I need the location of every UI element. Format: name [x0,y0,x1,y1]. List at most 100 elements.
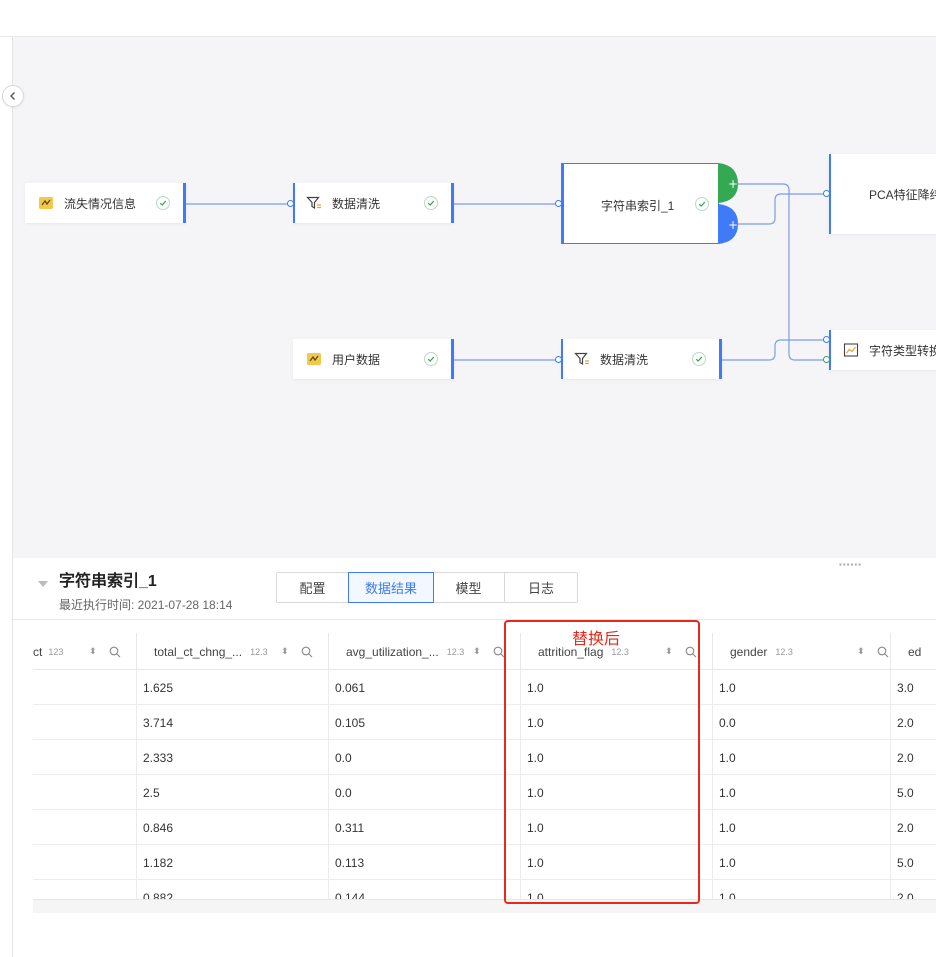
panel-tabs: 配置 数据结果 模型 日志 [276,572,578,603]
dataset-icon [38,195,54,211]
result-panel: ▪▪▪▪▪▪ 字符串索引_1 最近执行时间: 2021-07-28 18:14 … [13,558,936,957]
table-row[interactable]: 0.846 0.311 1.0 1.0 2.0 [33,810,936,845]
table-row[interactable]: 3.714 0.105 1.0 0.0 2.0 [33,705,936,740]
table-row[interactable]: 2.5 0.0 1.0 1.0 5.0 [33,775,936,810]
node-accent-bar [183,183,186,223]
chart-line-icon [843,342,859,358]
status-check-icon [424,196,438,210]
column-header[interactable]: gender 12.3 ⬍ [713,633,891,670]
tab-model[interactable]: 模型 [433,573,505,602]
search-icon[interactable] [109,646,121,658]
tab-data-result[interactable]: 数据结果 [348,572,434,603]
table-row[interactable]: 2.333 0.0 1.0 1.0 2.0 [33,740,936,775]
table-cell [33,810,137,845]
table-cell: 0.846 [137,810,329,845]
table-cell: 1.0 [713,670,891,705]
table-cell: 1.0 [713,740,891,775]
node-string-index[interactable]: 字符串索引_1 [561,163,719,244]
node-label: 用户数据 [332,352,381,367]
tab-log[interactable]: 日志 [505,573,577,602]
table-cell: 5.0 [897,785,914,800]
table-row[interactable]: 1.625 0.061 1.0 1.0 3.0 [33,670,936,705]
input-port[interactable] [287,200,294,207]
table-cell: 0.113 [329,845,521,880]
filter-icon [574,351,590,367]
table-cell [33,670,137,705]
filter-icon [306,195,322,211]
table-cell: 1.182 [137,845,329,880]
node-accent-bar [719,339,722,379]
chevron-left-icon [10,92,15,100]
table-cell: 3.0 [897,680,914,695]
table-cell: 1.0 [713,775,891,810]
status-check-icon [156,196,170,210]
table-cell: 1.0 [713,810,891,845]
node-pca[interactable]: PCA特征降纬 [829,154,936,234]
panel-title: 字符串索引_1 [59,573,157,590]
node-churn-info[interactable]: 流失情况信息 [25,183,186,223]
table-cell: 5.0 [897,855,914,870]
table-cell: 0.311 [329,810,521,845]
input-port[interactable] [823,336,830,343]
search-icon[interactable] [877,646,889,658]
table-cell: 1.625 [137,670,329,705]
node-user-data[interactable]: 用户数据 [293,339,454,379]
last-run-time: 最近执行时间: 2021-07-28 18:14 [59,598,233,612]
left-rail [0,37,13,957]
node-accent-bar [451,339,454,379]
table-row[interactable]: 1.182 0.113 1.0 1.0 5.0 [33,845,936,880]
node-data-clean-1[interactable]: 数据清洗 [293,183,454,223]
input-port-secondary[interactable] [823,356,830,363]
table-cell [33,740,137,775]
horizontal-scrollbar[interactable] [33,899,936,913]
resize-handle[interactable]: ▪▪▪▪▪▪ [839,560,862,569]
table-cell: 2.0 [897,750,914,765]
workflow-canvas[interactable]: 流失情况信息 数据清洗 字符串索引_1 + + PCA特征降纬 用户数据 数据清… [13,37,936,558]
sort-icon[interactable]: ⬍ [281,646,289,657]
dataset-icon [306,351,322,367]
table-cell: 1.0 [713,845,891,880]
add-output-icon: + [728,177,738,191]
column-header[interactable]: avg_utilization_... 12.3 ⬍ [329,633,521,670]
link-index-to-pca-2 [736,193,826,225]
sort-icon[interactable]: ⬍ [857,646,865,657]
node-label: 字符串索引_1 [601,199,675,213]
sort-icon[interactable]: ⬍ [89,646,97,657]
input-port[interactable] [823,190,830,197]
data-result-table[interactable]: ct 123 ⬍ total_ct_chng_... 12.3 ⬍ avg_ut… [33,633,936,913]
link-clean2-to-convert [722,339,826,361]
table-cell: 0.0 [713,705,891,740]
status-check-icon [692,352,706,366]
status-check-icon [695,197,709,211]
node-label: 数据清洗 [332,196,381,211]
node-data-clean-2[interactable]: 数据清洗 [561,339,722,379]
link-index-to-pca [736,183,826,361]
table-cell [33,705,137,740]
search-icon[interactable] [301,646,313,658]
column-header[interactable]: total_ct_chng_... 12.3 ⬍ [137,633,329,670]
annotation-label: 替换后 [572,631,621,648]
input-port[interactable] [555,356,562,363]
input-port[interactable] [555,200,562,207]
table-cell: 2.0 [897,820,914,835]
table-cell [33,775,137,810]
sort-icon[interactable]: ⬍ [473,646,481,657]
column-header[interactable]: ed [891,633,936,670]
node-label: PCA特征降纬 [869,188,936,202]
table-header: ct 123 ⬍ total_ct_chng_... 12.3 ⬍ avg_ut… [33,633,936,670]
node-label: 数据清洗 [600,352,649,367]
node-label: 字符类型转换 [869,343,936,358]
column-header[interactable]: ct 123 ⬍ [33,633,137,670]
node-left-bar [829,330,831,370]
table-cell: 2.0 [897,715,914,730]
collapse-sidebar-button[interactable] [2,85,24,107]
output-ports[interactable]: + + [718,163,740,244]
panel-divider [13,619,936,620]
tab-config[interactable]: 配置 [277,573,349,602]
collapse-panel-icon[interactable] [38,581,48,587]
table-cell: 3.714 [137,705,329,740]
annotation-box [504,620,700,904]
table-cell: 2.5 [137,775,329,810]
table-cell: 0.0 [329,740,521,775]
node-type-convert[interactable]: 字符类型转换 [829,330,936,370]
